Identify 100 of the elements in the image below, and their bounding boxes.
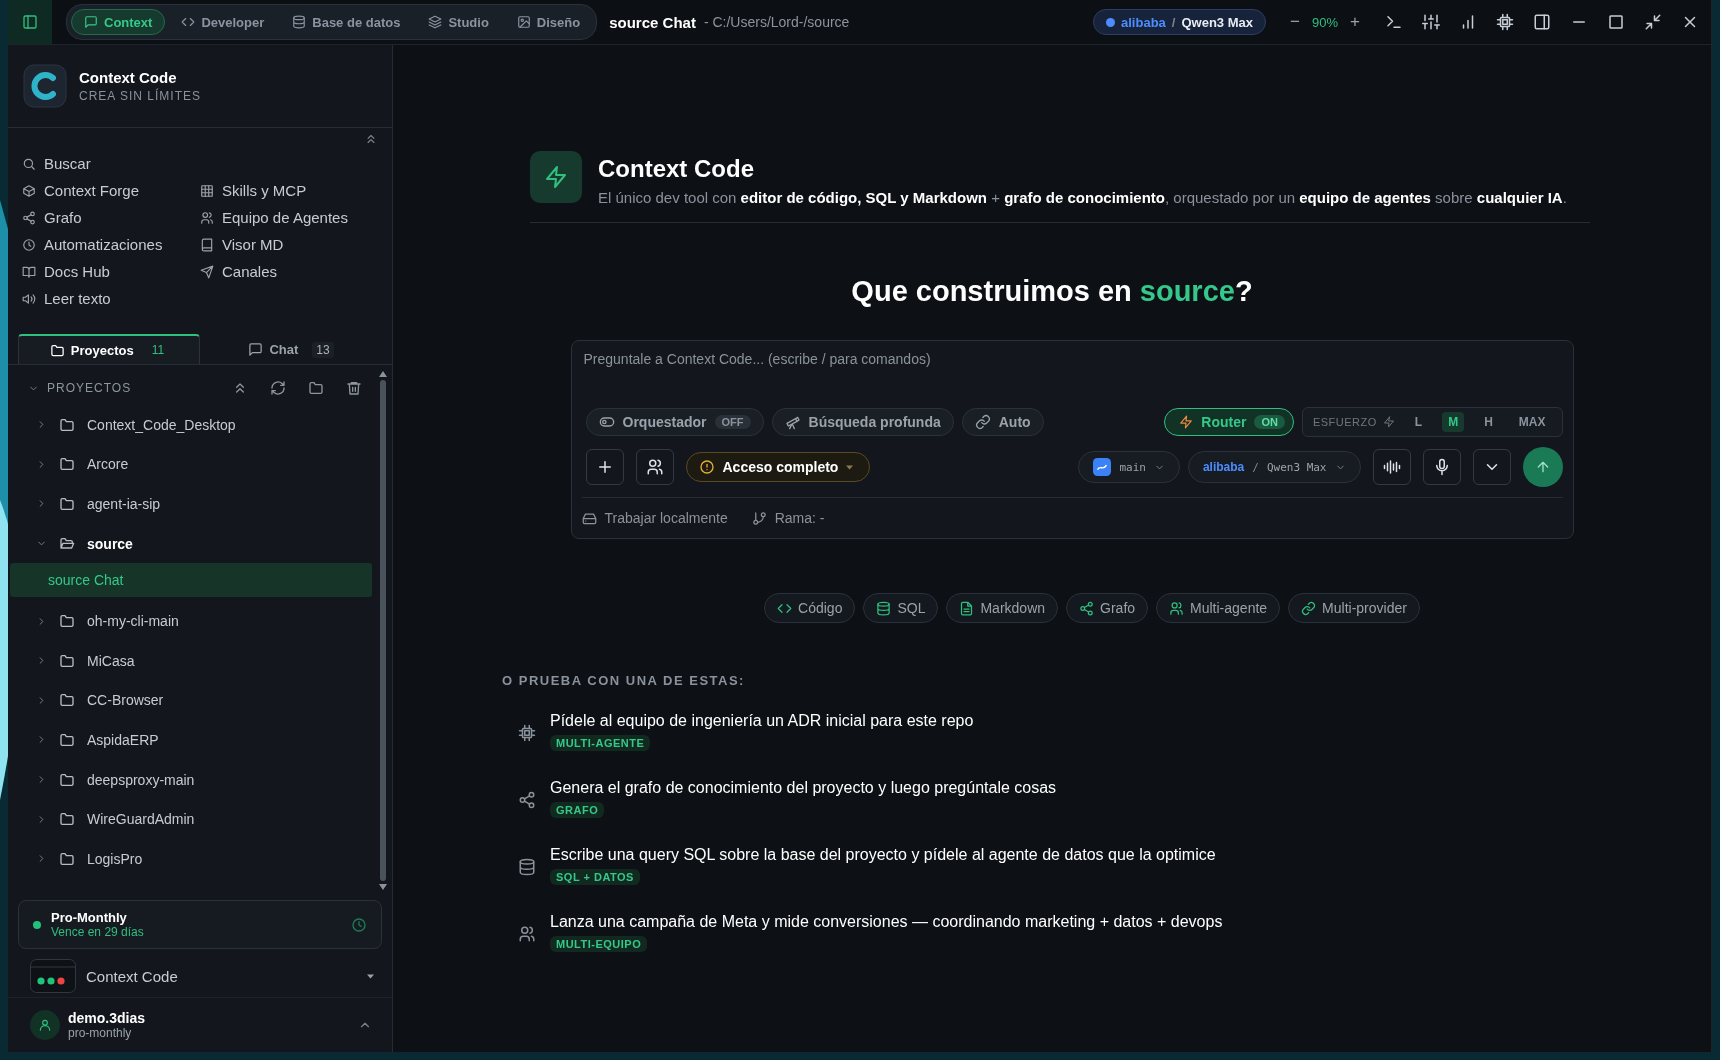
nav-item[interactable]: Skills y MCP xyxy=(200,177,378,204)
project-item[interactable]: WireGuardAdmin xyxy=(10,799,372,839)
project-item[interactable]: deepsproxy-main xyxy=(10,759,372,800)
feature-chip[interactable]: Multi-provider xyxy=(1288,593,1420,623)
feature-chip[interactable]: Multi-agente xyxy=(1156,593,1281,623)
send-button[interactable] xyxy=(1522,447,1563,487)
sidebar-tab[interactable]: Chat 13 xyxy=(200,334,382,364)
avatar-icon[interactable] xyxy=(30,1010,60,1040)
folder-icon xyxy=(59,771,75,788)
project-item[interactable]: source xyxy=(10,523,372,564)
prompt-field[interactable]: Preguntale a Context Code... (escribe / para comandos) xyxy=(581,351,1563,407)
voice-mode-button[interactable] xyxy=(1372,449,1411,485)
cube-icon xyxy=(22,183,36,198)
effort-label: ESFUERZO xyxy=(1312,416,1377,428)
toggle-button[interactable]: Auto xyxy=(961,408,1044,436)
mode-tab[interactable]: Studio xyxy=(416,9,501,35)
drive-icon xyxy=(581,510,597,526)
suggestion-link[interactable]: Pídele al equipo de ingeniería un ADR inicial para este repo xyxy=(550,712,974,730)
feature-chip[interactable]: Grafo xyxy=(1066,593,1149,623)
feature-chip[interactable]: Markdown xyxy=(946,593,1059,623)
effort-option[interactable]: MAX xyxy=(1512,412,1552,432)
agents-button[interactable] xyxy=(635,449,674,485)
app-tagline: CREA SIN LÍMITES xyxy=(79,89,202,103)
feature-chip[interactable]: Código xyxy=(764,593,856,623)
microphone-button[interactable] xyxy=(1422,449,1461,485)
zoom-out-button[interactable]: − xyxy=(1283,12,1306,32)
database-icon xyxy=(292,15,307,29)
suggestion-link[interactable]: Escribe una query SQL sobre la base del proyecto y pídele al agente de datos que la optimice xyxy=(550,846,1216,864)
project-item[interactable]: CC-Browser xyxy=(10,680,372,721)
scroll-up-icon[interactable] xyxy=(379,371,387,377)
sliders-icon[interactable] xyxy=(1422,13,1440,31)
sidebar-toggle-button[interactable] xyxy=(8,0,52,44)
nav-item[interactable]: Equipo de Agentes xyxy=(200,204,378,231)
audio-wave-icon xyxy=(1382,458,1401,476)
panel-icon[interactable] xyxy=(1533,13,1551,31)
feature-chip[interactable]: SQL xyxy=(863,593,939,623)
chat-item[interactable]: source Chat xyxy=(10,563,372,598)
add-button[interactable] xyxy=(585,449,624,485)
project-item[interactable]: oh-my-cli-main xyxy=(10,601,372,641)
composer[interactable]: Preguntale a Context Code... (escribe / para comandos) Orquestador OFF Búsqueda profunda Auto Router ON ESFUERZO L M H MAX Acceso completo main alibaba / Qwen3 Max Trabajar localmente Rama: - xyxy=(570,340,1574,539)
chip-icon xyxy=(518,724,536,742)
project-item[interactable]: LogisPro xyxy=(10,838,372,879)
mode-tab[interactable]: Developer xyxy=(169,9,277,35)
project-item[interactable]: agent-ia-sip xyxy=(10,484,372,524)
nav-item[interactable]: Automatizaciones xyxy=(22,231,200,258)
local-mode-label[interactable]: Trabajar localmente xyxy=(581,510,728,526)
access-dropdown[interactable]: Acceso completo xyxy=(685,452,871,482)
nav-item[interactable]: Canales xyxy=(200,258,378,285)
suggestion-link[interactable]: Genera el grafo de conocimiento del proyecto y luego pregúntale cosas xyxy=(550,779,1057,797)
mode-tab[interactable]: Context xyxy=(71,9,166,35)
users-icon xyxy=(645,458,664,476)
nav-item[interactable]: Leer texto xyxy=(22,285,200,312)
share-icon xyxy=(518,791,536,809)
clock-icon xyxy=(22,237,36,252)
refresh-icon[interactable] xyxy=(270,380,286,396)
chip-icon[interactable] xyxy=(1496,13,1514,31)
shrink-icon[interactable] xyxy=(1644,13,1662,31)
effort-option[interactable]: H xyxy=(1478,412,1499,432)
hero-description: El único dev tool con editor de código, SQL y Markdown + grafo de conocimiento, orquestado por un equipo de agentes sobre cualquier IA. xyxy=(598,189,1567,206)
project-item[interactable]: MiCasa xyxy=(10,640,372,681)
nav-item[interactable]: Buscar xyxy=(22,150,200,177)
sidebar-tab[interactable]: Proyectos 11 xyxy=(18,334,200,364)
folder-icon xyxy=(59,811,75,828)
maximize-icon[interactable] xyxy=(1607,13,1625,31)
plan-card[interactable]: Pro-Monthly Vence en 29 días xyxy=(18,900,382,949)
grid-icon xyxy=(200,183,214,198)
zoom-level: 90% xyxy=(1311,14,1338,30)
effort-option[interactable]: L xyxy=(1408,412,1429,432)
project-item[interactable]: AspidaERP xyxy=(10,720,372,760)
nav-item[interactable]: Context Forge xyxy=(22,177,200,204)
project-item[interactable]: Context_Code_Desktop xyxy=(10,405,372,445)
toggle-button[interactable]: Búsqueda profunda xyxy=(771,408,954,436)
toggle-button[interactable]: Orquestador OFF xyxy=(585,408,764,436)
suggestion-tag: MULTI-AGENTE xyxy=(550,735,651,751)
project-item[interactable]: Arcore xyxy=(10,444,372,485)
search-icon xyxy=(22,156,36,171)
caret-icon[interactable] xyxy=(367,973,374,979)
model-selector[interactable]: alibaba / Qwen3 Max xyxy=(1187,451,1361,483)
effort-option[interactable]: M xyxy=(1442,412,1465,432)
nav-item[interactable]: Grafo xyxy=(22,204,200,231)
scrollbar[interactable] xyxy=(378,371,388,890)
link-icon xyxy=(1301,600,1317,616)
terminal-icon[interactable] xyxy=(1385,13,1403,31)
suggestion-tag: GRAFO xyxy=(550,802,605,818)
status-dot xyxy=(33,920,41,929)
mode-tab[interactable]: Base de datos xyxy=(280,9,413,35)
folder-icon[interactable] xyxy=(308,380,324,396)
suggestion-link[interactable]: Lanza una campaña de Meta y mide conversiones — coordinando marketing + datos + devops xyxy=(550,913,1223,931)
router-toggle[interactable]: Router ON xyxy=(1164,408,1294,436)
nav-item[interactable]: Visor MD xyxy=(200,231,378,258)
branch-selector[interactable]: main xyxy=(1078,451,1180,483)
nav-item[interactable]: Docs Hub xyxy=(22,258,200,285)
trash-icon[interactable] xyxy=(346,380,362,396)
model-selector[interactable]: alibaba / Qwen3 Max xyxy=(1093,9,1266,35)
zap-icon xyxy=(1179,415,1194,429)
zoom-in-button[interactable]: + xyxy=(1344,12,1366,32)
hero-title: Context Code xyxy=(598,155,755,183)
mode-tab[interactable]: Diseño xyxy=(504,9,593,35)
scroll-down-icon[interactable] xyxy=(379,884,387,890)
collapse-icon[interactable] xyxy=(364,132,378,146)
